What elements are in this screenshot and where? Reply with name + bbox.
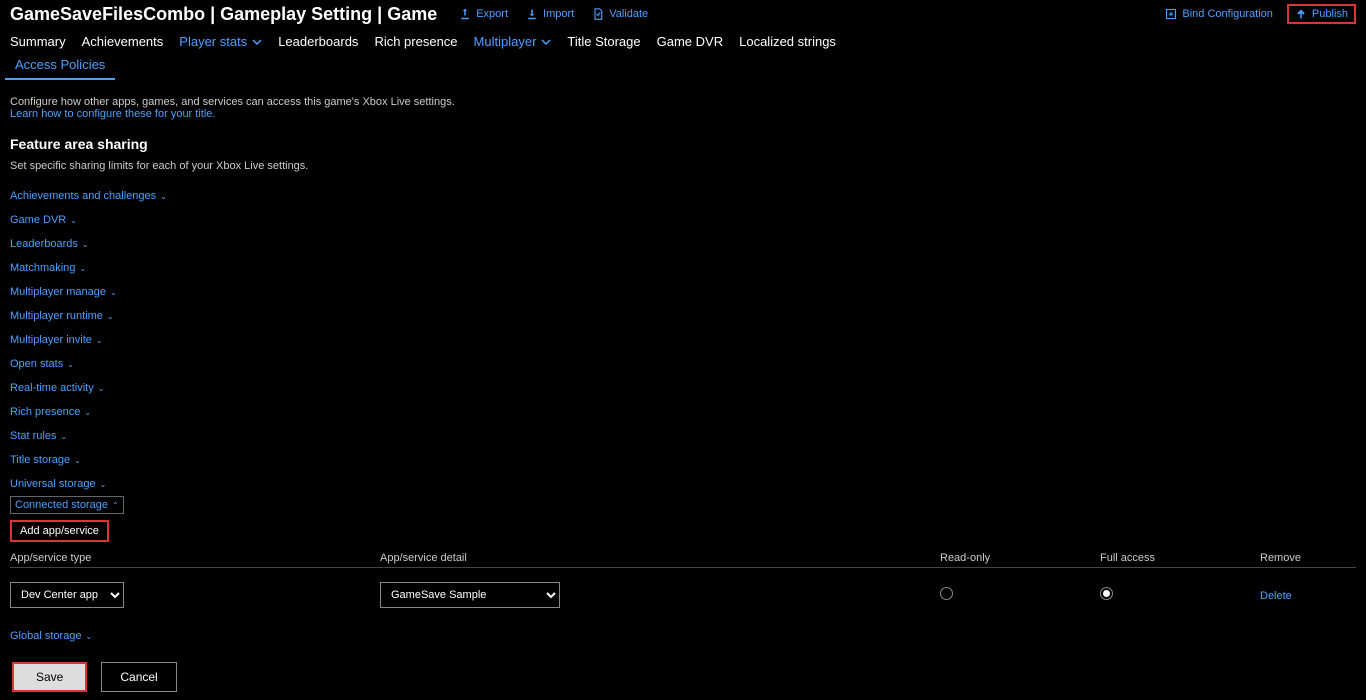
- feature-achievements[interactable]: Achievements and challenges⌄: [10, 184, 1356, 208]
- feature-stat-rules[interactable]: Stat rules⌄: [10, 424, 1356, 448]
- chevron-up-icon: ⌃: [112, 501, 119, 510]
- app-type-select[interactable]: Dev Center app: [10, 582, 124, 608]
- export-icon: [459, 8, 471, 20]
- col-header-type: App/service type: [10, 552, 380, 564]
- chevron-down-icon: [252, 37, 262, 47]
- feature-global-storage[interactable]: Global storage⌄: [10, 624, 1356, 648]
- section-title: Feature area sharing: [10, 136, 1356, 152]
- chevron-down-icon: ⌄: [60, 432, 67, 441]
- feature-title-storage[interactable]: Title storage⌄: [10, 448, 1356, 472]
- save-button[interactable]: Save: [12, 662, 87, 692]
- col-header-readonly: Read-only: [940, 552, 1100, 564]
- chevron-down-icon: ⌄: [160, 192, 167, 201]
- feature-rich-presence[interactable]: Rich presence⌄: [10, 400, 1356, 424]
- tab-localized-strings[interactable]: Localized strings: [739, 34, 836, 49]
- feature-leaderboards[interactable]: Leaderboards⌄: [10, 232, 1356, 256]
- validate-button[interactable]: Validate: [592, 8, 648, 20]
- chevron-down-icon: ⌄: [96, 336, 103, 345]
- cancel-button[interactable]: Cancel: [101, 662, 176, 692]
- feature-realtime-activity[interactable]: Real-time activity⌄: [10, 376, 1356, 400]
- delete-link[interactable]: Delete: [1260, 590, 1292, 602]
- col-header-fullaccess: Full access: [1100, 552, 1260, 564]
- tab-title-storage[interactable]: Title Storage: [567, 34, 640, 49]
- tab-summary[interactable]: Summary: [10, 34, 66, 49]
- section-description: Set specific sharing limits for each of …: [10, 160, 1356, 172]
- tab-achievements[interactable]: Achievements: [82, 34, 164, 49]
- subtab-access-policies[interactable]: Access Policies: [5, 55, 115, 80]
- feature-open-stats[interactable]: Open stats⌄: [10, 352, 1356, 376]
- validate-icon: [592, 8, 604, 20]
- chevron-down-icon: ⌄: [110, 288, 117, 297]
- chevron-down-icon: ⌄: [98, 384, 105, 393]
- chevron-down-icon: ⌄: [79, 264, 86, 273]
- export-button[interactable]: Export: [459, 8, 508, 20]
- publish-icon: [1295, 8, 1307, 20]
- feature-universal-storage[interactable]: Universal storage⌄: [10, 472, 1356, 496]
- chevron-down-icon: [541, 37, 551, 47]
- publish-button[interactable]: Publish: [1287, 4, 1356, 24]
- tab-rich-presence[interactable]: Rich presence: [374, 34, 457, 49]
- breadcrumb-title: GameSaveFilesCombo | Gameplay Setting | …: [10, 4, 437, 25]
- feature-connected-storage[interactable]: Connected storage⌃: [10, 496, 124, 514]
- learn-link[interactable]: Learn how to configure these for your ti…: [10, 108, 1356, 120]
- feature-list: Achievements and challenges⌄ Game DVR⌄ L…: [10, 184, 1356, 514]
- table-row: Dev Center app GameSave Sample Delete: [10, 568, 1356, 616]
- chevron-down-icon: ⌄: [86, 632, 93, 641]
- col-header-remove: Remove: [1260, 552, 1356, 564]
- feature-multiplayer-manage[interactable]: Multiplayer manage⌄: [10, 280, 1356, 304]
- add-app-service-button[interactable]: Add app/service: [10, 520, 109, 542]
- feature-game-dvr[interactable]: Game DVR⌄: [10, 208, 1356, 232]
- tab-player-stats[interactable]: Player stats: [179, 34, 262, 49]
- chevron-down-icon: ⌄: [84, 408, 91, 417]
- table-header: App/service type App/service detail Read…: [10, 552, 1356, 568]
- chevron-down-icon: ⌄: [107, 312, 114, 321]
- bind-configuration-button[interactable]: Bind Configuration: [1165, 8, 1273, 20]
- readonly-radio[interactable]: [940, 587, 953, 600]
- app-detail-select[interactable]: GameSave Sample: [380, 582, 560, 608]
- chevron-down-icon: ⌄: [70, 216, 77, 225]
- col-header-detail: App/service detail: [380, 552, 940, 564]
- tab-leaderboards[interactable]: Leaderboards: [278, 34, 358, 49]
- chevron-down-icon: ⌄: [74, 456, 81, 465]
- chevron-down-icon: ⌄: [82, 240, 89, 249]
- tab-game-dvr[interactable]: Game DVR: [657, 34, 723, 49]
- fullaccess-radio[interactable]: [1100, 587, 1113, 600]
- feature-matchmaking[interactable]: Matchmaking⌄: [10, 256, 1356, 280]
- feature-multiplayer-runtime[interactable]: Multiplayer runtime⌄: [10, 304, 1356, 328]
- app-service-table: App/service type App/service detail Read…: [10, 552, 1356, 616]
- feature-multiplayer-invite[interactable]: Multiplayer invite⌄: [10, 328, 1356, 352]
- bind-icon: [1165, 8, 1177, 20]
- tab-multiplayer[interactable]: Multiplayer: [474, 34, 552, 49]
- import-button[interactable]: Import: [526, 8, 574, 20]
- chevron-down-icon: ⌄: [100, 480, 107, 489]
- nav-tabs: Summary Achievements Player stats Leader…: [0, 28, 1366, 55]
- chevron-down-icon: ⌄: [67, 360, 74, 369]
- import-icon: [526, 8, 538, 20]
- page-description: Configure how other apps, games, and ser…: [10, 96, 1356, 108]
